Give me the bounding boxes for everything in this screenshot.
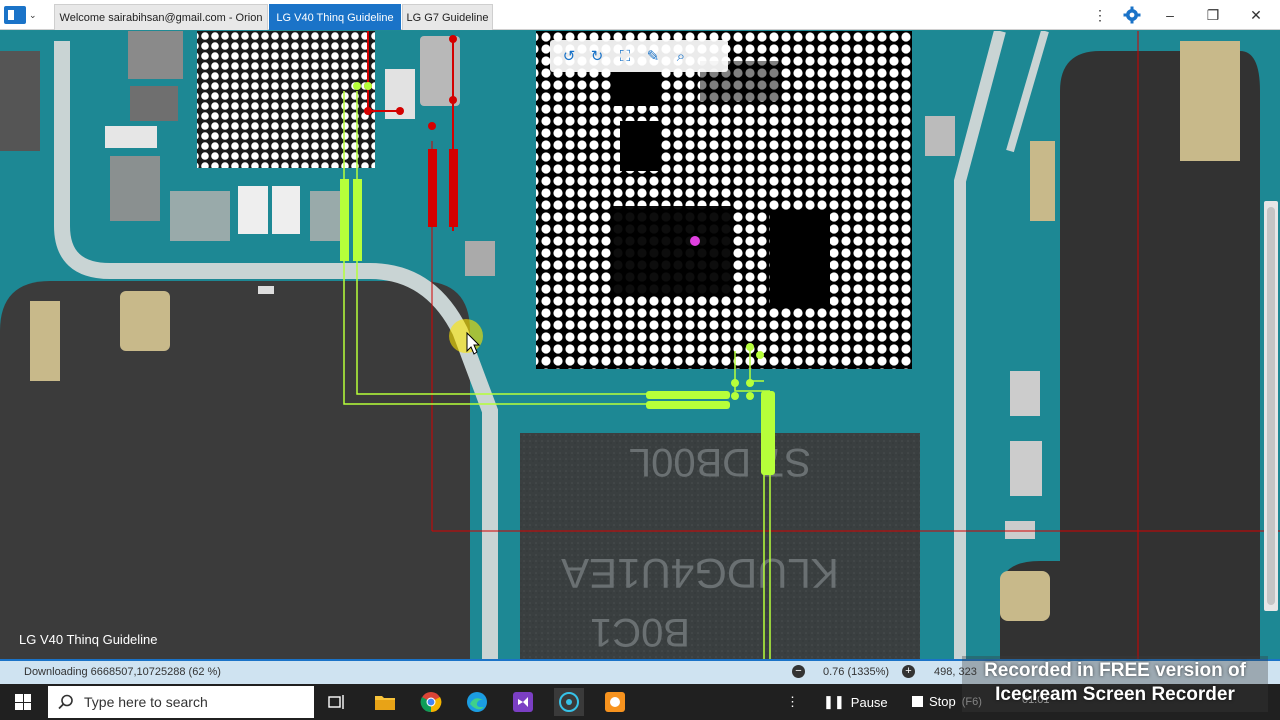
scrollbar-thumb[interactable] [1267, 207, 1275, 605]
search-icon[interactable]: ⌕ [670, 45, 692, 67]
app-logo-icon [4, 6, 26, 24]
download-status: Downloading 6668507,10725288 (62 %) [24, 666, 221, 678]
search-placeholder: Type here to search [84, 694, 208, 710]
vertical-scrollbar[interactable] [1264, 201, 1278, 611]
tab-welcome[interactable]: Welcome sairabihsan@gmail.com - Orion [54, 4, 268, 30]
settings-gear-icon[interactable] [1121, 4, 1143, 26]
visual-studio-icon[interactable] [508, 688, 538, 716]
more-vertical-icon[interactable]: ⋮ [1089, 4, 1111, 26]
chrome-icon[interactable] [416, 688, 446, 716]
stop-icon [912, 696, 923, 707]
chip-marking-3: B0C1 [590, 610, 690, 654]
board-cutout-left [0, 281, 470, 659]
net-label-usb-hs-dm [646, 401, 730, 409]
file-explorer-icon[interactable] [370, 688, 400, 716]
pause-button[interactable]: ❚❚ Pause [823, 694, 888, 710]
net-label-vbus-1 [428, 149, 437, 227]
pause-label: Pause [850, 694, 888, 710]
start-button[interactable] [0, 684, 46, 720]
search-icon [58, 694, 73, 710]
measure-icon[interactable]: ✎ [642, 45, 664, 67]
stop-label: Stop [929, 694, 956, 709]
app-menu-button[interactable]: ⌄ [4, 4, 42, 26]
chevron-down-icon: ⌄ [29, 9, 37, 20]
task-view-icon[interactable] [322, 688, 352, 716]
chip-marking-1: S7 DB00L [629, 440, 811, 484]
restore-icon[interactable]: ❐ [1202, 4, 1224, 26]
chip-marking-2: KLUDG4U1EA [561, 550, 839, 597]
screen-recorder-icon[interactable] [600, 688, 630, 716]
rotate-right-icon[interactable]: ↻ [586, 45, 608, 67]
title-bar: ⌄ Welcome sairabihsan@gmail.com - Orion … [0, 0, 1280, 30]
edge-icon[interactable] [462, 688, 492, 716]
orion-app-icon[interactable] [554, 688, 584, 716]
bga-chip-upper-left [197, 31, 375, 168]
net-label-usb-dm-ext [340, 179, 349, 261]
tab-lg-v40[interactable]: LG V40 Thinq Guideline [269, 4, 401, 30]
pcb-board-image[interactable]: S7 DB00L KLUDG4U1EA B0C1 [0, 31, 1280, 659]
taskbar-search-box[interactable]: Type here to search [48, 686, 314, 718]
tab-lg-g7[interactable]: LG G7 Guideline [402, 4, 493, 30]
drag-handle-icon[interactable]: ⋮ [786, 694, 799, 710]
net-label-usb-vertical [761, 391, 775, 475]
zoom-level: 0.76 (1335%) [823, 666, 890, 678]
viewer-toolbar: ↺ ↻ ⛶ ✎ ⌕ [550, 40, 728, 72]
close-icon[interactable]: ✕ [1245, 4, 1267, 26]
board-viewer[interactable]: S7 DB00L KLUDG4U1EA B0C1 ↺ ↻ ⛶ ✎ ⌕ LG V4… [0, 31, 1280, 659]
net-label-usb-dp-ext [353, 179, 362, 261]
recorder-watermark: Recorded in FREE version of Icecream Scr… [962, 656, 1268, 712]
minimize-icon[interactable]: – [1159, 4, 1181, 26]
watermark-line-2: Icecream Screen Recorder [995, 684, 1235, 705]
windows-logo-icon [15, 694, 31, 710]
zoom-out-icon[interactable]: − [792, 665, 805, 678]
net-label-usb-hs-dp [646, 391, 730, 399]
fit-screen-icon[interactable]: ⛶ [614, 45, 636, 67]
net-label-vbus-2 [449, 149, 458, 227]
watermark-line-1: Recorded in FREE version of [984, 660, 1246, 681]
rotate-left-icon[interactable]: ↺ [558, 45, 580, 67]
pause-icon: ❚❚ [823, 694, 845, 709]
document-label: LG V40 Thinq Guideline [19, 632, 158, 647]
zoom-in-icon[interactable]: + [902, 665, 915, 678]
cursor-highlight [449, 319, 483, 353]
